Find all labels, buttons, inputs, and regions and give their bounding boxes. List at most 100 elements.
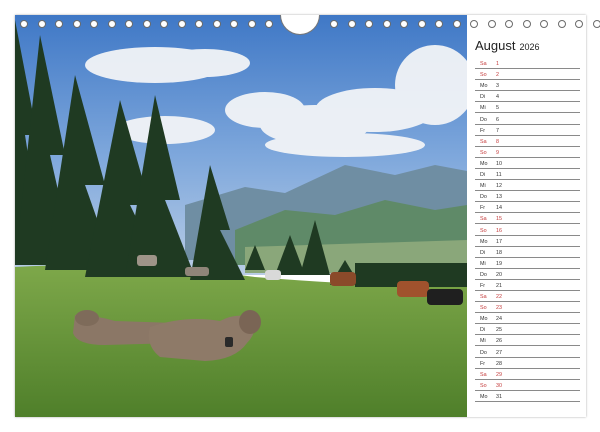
day-row: Do 13	[475, 191, 580, 203]
weekday: Sa	[480, 138, 487, 145]
weekday: Mo	[480, 393, 488, 400]
day-number: 5	[496, 105, 499, 112]
weekday: Do	[480, 194, 487, 201]
weekday: Mi	[480, 338, 486, 345]
day-number: 1	[496, 61, 499, 68]
day-number: 8	[496, 138, 499, 145]
day-row: So 30	[475, 380, 580, 391]
day-number: 22	[496, 294, 502, 301]
day-row: Sa 15	[475, 213, 580, 225]
day-row: Fr 14	[475, 202, 580, 214]
day-number: 27	[496, 349, 502, 356]
day-row: Di 18	[475, 247, 580, 258]
weekday: Di	[480, 327, 486, 334]
day-row: Mo 10	[475, 158, 580, 169]
weekday: Do	[480, 271, 487, 278]
day-row: Di 11	[475, 169, 580, 181]
day-row: So 23	[475, 302, 580, 314]
weekday: Sa	[480, 294, 487, 301]
month-name: August	[475, 38, 516, 53]
date-column: August 2026 Sa 1 So 2 Mo 3 Di 4 Mi 5 Do 6 Fr 7 Sa 8 So 9 M…	[475, 38, 580, 410]
day-row: Do 6	[475, 113, 580, 125]
day-number: 7	[496, 127, 499, 134]
weekday: Mi	[480, 105, 486, 112]
day-number: 15	[496, 216, 502, 223]
day-number: 17	[496, 238, 502, 245]
day-row: Sa 29	[475, 369, 580, 380]
day-row: Mo 3	[475, 80, 580, 92]
weekday: So	[480, 305, 487, 312]
day-number: 26	[496, 338, 502, 345]
day-number: 16	[496, 227, 502, 234]
day-row: Mi 5	[475, 102, 580, 114]
weekday: Fr	[480, 282, 486, 289]
day-row: Sa 8	[475, 136, 580, 147]
day-list: Sa 1 So 2 Mo 3 Di 4 Mi 5 Do 6 Fr 7 Sa 8 So 9 Mo 10 Di 11 Mi 12 D…	[475, 58, 580, 402]
day-row: Do 20	[475, 269, 580, 280]
weekday: Mi	[480, 183, 486, 190]
day-number: 28	[496, 360, 502, 367]
day-row: Di 4	[475, 91, 580, 103]
weekday: Mo	[480, 316, 488, 323]
day-row: Di 25	[475, 324, 580, 336]
day-number: 9	[496, 149, 499, 156]
weekday: Mi	[480, 260, 486, 267]
weekday: So	[480, 149, 487, 156]
day-number: 23	[496, 305, 502, 312]
day-number: 19	[496, 260, 502, 267]
weekday: So	[480, 382, 487, 389]
day-number: 13	[496, 194, 502, 201]
day-number: 11	[496, 172, 502, 179]
weekday: Fr	[480, 205, 486, 212]
weekday: So	[480, 72, 487, 79]
day-number: 12	[496, 183, 502, 190]
day-row: Mo 24	[475, 313, 580, 325]
day-row: Do 27	[475, 346, 580, 358]
binding-hole	[592, 20, 600, 28]
day-row: So 2	[475, 69, 580, 81]
day-number: 2	[496, 72, 499, 79]
day-number: 3	[496, 83, 499, 90]
weekday: Mo	[480, 160, 488, 167]
weekday: Di	[480, 249, 486, 256]
day-number: 20	[496, 271, 502, 278]
day-row: So 16	[475, 224, 580, 236]
day-number: 29	[496, 371, 502, 378]
day-number: 6	[496, 116, 499, 123]
weekday: Di	[480, 172, 486, 179]
weekday: Do	[480, 349, 487, 356]
day-row: Fr 7	[475, 125, 580, 136]
day-number: 21	[496, 282, 502, 289]
weekday: Fr	[480, 127, 486, 134]
day-number: 14	[496, 205, 502, 212]
day-number: 10	[496, 160, 502, 167]
day-row: Fr 21	[475, 280, 580, 291]
weekday: So	[480, 227, 487, 234]
day-row: Mi 26	[475, 335, 580, 347]
weekday: Sa	[480, 61, 487, 68]
day-number: 4	[496, 94, 499, 101]
day-row: Sa 22	[475, 291, 580, 303]
pasture-scene	[15, 15, 467, 417]
day-number: 30	[496, 382, 502, 389]
weekday: Sa	[480, 216, 487, 223]
day-number: 24	[496, 316, 502, 323]
day-row: Sa 1	[475, 58, 580, 70]
weekday: Do	[480, 116, 487, 123]
day-number: 25	[496, 327, 502, 334]
weekday: Fr	[480, 360, 486, 367]
month-header: August 2026	[475, 38, 580, 58]
landscape-photo	[15, 15, 467, 417]
day-row: Mi 19	[475, 258, 580, 269]
weekday: Mo	[480, 83, 488, 90]
day-row: Mo 31	[475, 391, 580, 402]
weekday: Sa	[480, 371, 487, 378]
day-row: Mo 17	[475, 236, 580, 247]
weekday: Mo	[480, 238, 488, 245]
day-number: 18	[496, 249, 502, 256]
day-number: 31	[496, 393, 502, 400]
year: 2026	[519, 42, 540, 52]
weekday: Di	[480, 94, 486, 101]
day-row: Fr 28	[475, 358, 580, 369]
day-row: Mi 12	[475, 180, 580, 192]
